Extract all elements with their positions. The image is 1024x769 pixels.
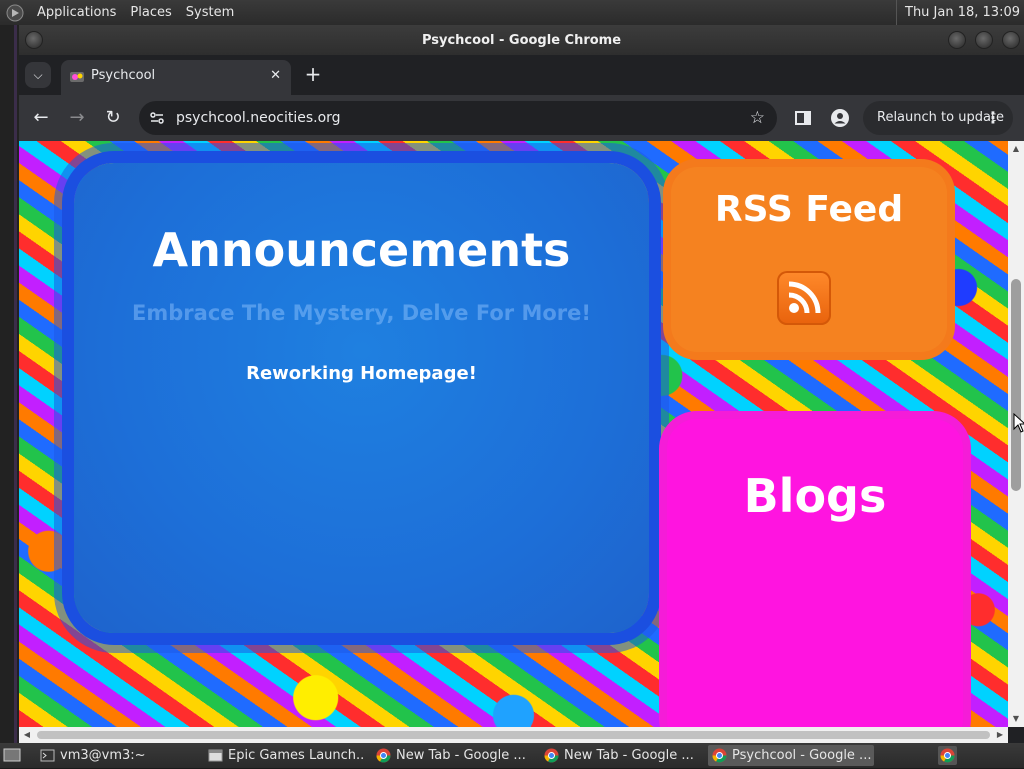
menu-system[interactable]: System <box>179 0 241 25</box>
taskbar-item-label: Epic Games Launch... <box>228 748 364 763</box>
side-panel-icon[interactable] <box>793 108 813 128</box>
rss-feed-heading: RSS Feed <box>714 189 904 230</box>
rss-icon[interactable] <box>777 271 831 325</box>
window-titlebar[interactable]: Psychcool - Google Chrome <box>19 25 1024 55</box>
desktop-accent-strip <box>14 25 17 743</box>
taskbar-item-label: New Tab - Google ... <box>564 748 694 763</box>
new-tab-button[interactable]: + <box>301 62 325 86</box>
announcements-heading: Announcements <box>152 223 571 277</box>
back-arrow-icon[interactable]: ← <box>28 105 54 131</box>
chrome-icon <box>940 748 955 763</box>
tab-title: Psychcool <box>91 68 156 83</box>
panel-clock[interactable]: Thu Jan 18, 13:09 <box>896 0 1020 25</box>
page-viewport: Announcements Embrace The Mystery, Delve… <box>19 141 1008 727</box>
taskbar-item-epic-games[interactable]: Epic Games Launch... <box>204 745 364 766</box>
window-icon <box>208 749 223 762</box>
chrome-icon <box>712 748 727 763</box>
tab-search-button[interactable]: ⌵ <box>25 62 51 88</box>
url-text[interactable]: psychcool.neocities.org <box>176 101 341 135</box>
scroll-down-arrow-icon[interactable]: ▼ <box>1008 711 1024 727</box>
bookmark-star-icon[interactable]: ☆ <box>750 101 765 135</box>
scroll-up-arrow-icon[interactable]: ▲ <box>1008 141 1024 157</box>
reload-icon[interactable]: ↻ <box>100 105 126 131</box>
announcements-panel: Announcements Embrace The Mystery, Delve… <box>74 163 649 633</box>
site-settings-icon[interactable] <box>149 110 165 126</box>
chrome-window: Psychcool - Google Chrome ⌵ Psychcool ✕ … <box>19 25 1024 743</box>
rss-feed-panel[interactable]: RSS Feed <box>671 167 947 352</box>
taskbar-item-terminal[interactable]: vm3@vm3:~ <box>36 745 196 766</box>
forward-arrow-icon[interactable]: → <box>64 105 90 131</box>
menu-applications[interactable]: Applications <box>30 0 123 25</box>
taskbar-item-new-tab-2[interactable]: New Tab - Google ... <box>540 745 700 766</box>
show-desktop-icon[interactable] <box>3 746 21 764</box>
profile-avatar-icon[interactable] <box>830 108 850 128</box>
vertical-scrollbar[interactable]: ▲ ▼ <box>1008 141 1024 727</box>
taskbar-item-new-tab-1[interactable]: New Tab - Google ... <box>372 745 532 766</box>
terminal-icon <box>40 749 55 762</box>
workspace-switcher[interactable] <box>938 746 957 765</box>
menu-places[interactable]: Places <box>123 0 178 25</box>
vertical-scroll-thumb[interactable] <box>1011 279 1021 491</box>
minimize-button[interactable] <box>948 31 966 49</box>
window-title: Psychcool - Google Chrome <box>421 33 622 48</box>
address-bar[interactable]: psychcool.neocities.org ☆ <box>139 101 777 135</box>
mouse-cursor-icon <box>1013 413 1024 433</box>
blogs-heading: Blogs <box>743 469 887 523</box>
tab-strip: ⌵ Psychcool ✕ + <box>19 55 1024 95</box>
horizontal-scrollbar[interactable]: ◀ ▶ <box>19 727 1008 743</box>
chevron-down-icon: ⌵ <box>33 68 43 82</box>
psychcool-favicon-icon <box>70 72 84 82</box>
blogs-panel[interactable]: Blogs <box>667 419 963 727</box>
close-tab-icon[interactable]: ✕ <box>270 60 281 92</box>
tab-psychcool[interactable]: Psychcool ✕ <box>61 60 291 95</box>
announcements-tagline: Embrace The Mystery, Delve For More! <box>132 301 591 325</box>
browser-toolbar: ← → ↻ psychcool.neocities.org ☆ Relaunch… <box>19 95 1024 141</box>
desktop-left-edge <box>0 25 19 743</box>
scroll-right-arrow-icon[interactable]: ▶ <box>992 727 1008 743</box>
applications-logo-icon[interactable] <box>6 4 24 22</box>
chrome-icon <box>376 748 391 763</box>
taskbar-item-label: vm3@vm3:~ <box>60 748 146 763</box>
taskbar-item-psychcool[interactable]: Psychcool - Google ... <box>708 745 874 766</box>
taskbar-item-label: New Tab - Google ... <box>396 748 526 763</box>
top-panel: Applications Places System Thu Jan 18, 1… <box>0 0 1024 25</box>
taskbar-item-label: Psychcool - Google ... <box>732 748 872 763</box>
more-menu-icon[interactable]: ⋮ <box>985 101 1001 135</box>
bottom-taskbar: vm3@vm3:~ Epic Games Launch... New Tab -… <box>0 743 1024 768</box>
scroll-left-arrow-icon[interactable]: ◀ <box>19 727 35 743</box>
close-window-button[interactable] <box>1002 31 1020 49</box>
horizontal-scroll-thumb[interactable] <box>37 731 990 739</box>
announcement-item: Reworking Homepage! <box>246 363 477 384</box>
chrome-icon <box>544 748 559 763</box>
relaunch-to-update-button[interactable]: Relaunch to update ⋮ <box>863 101 1013 135</box>
maximize-button[interactable] <box>975 31 993 49</box>
